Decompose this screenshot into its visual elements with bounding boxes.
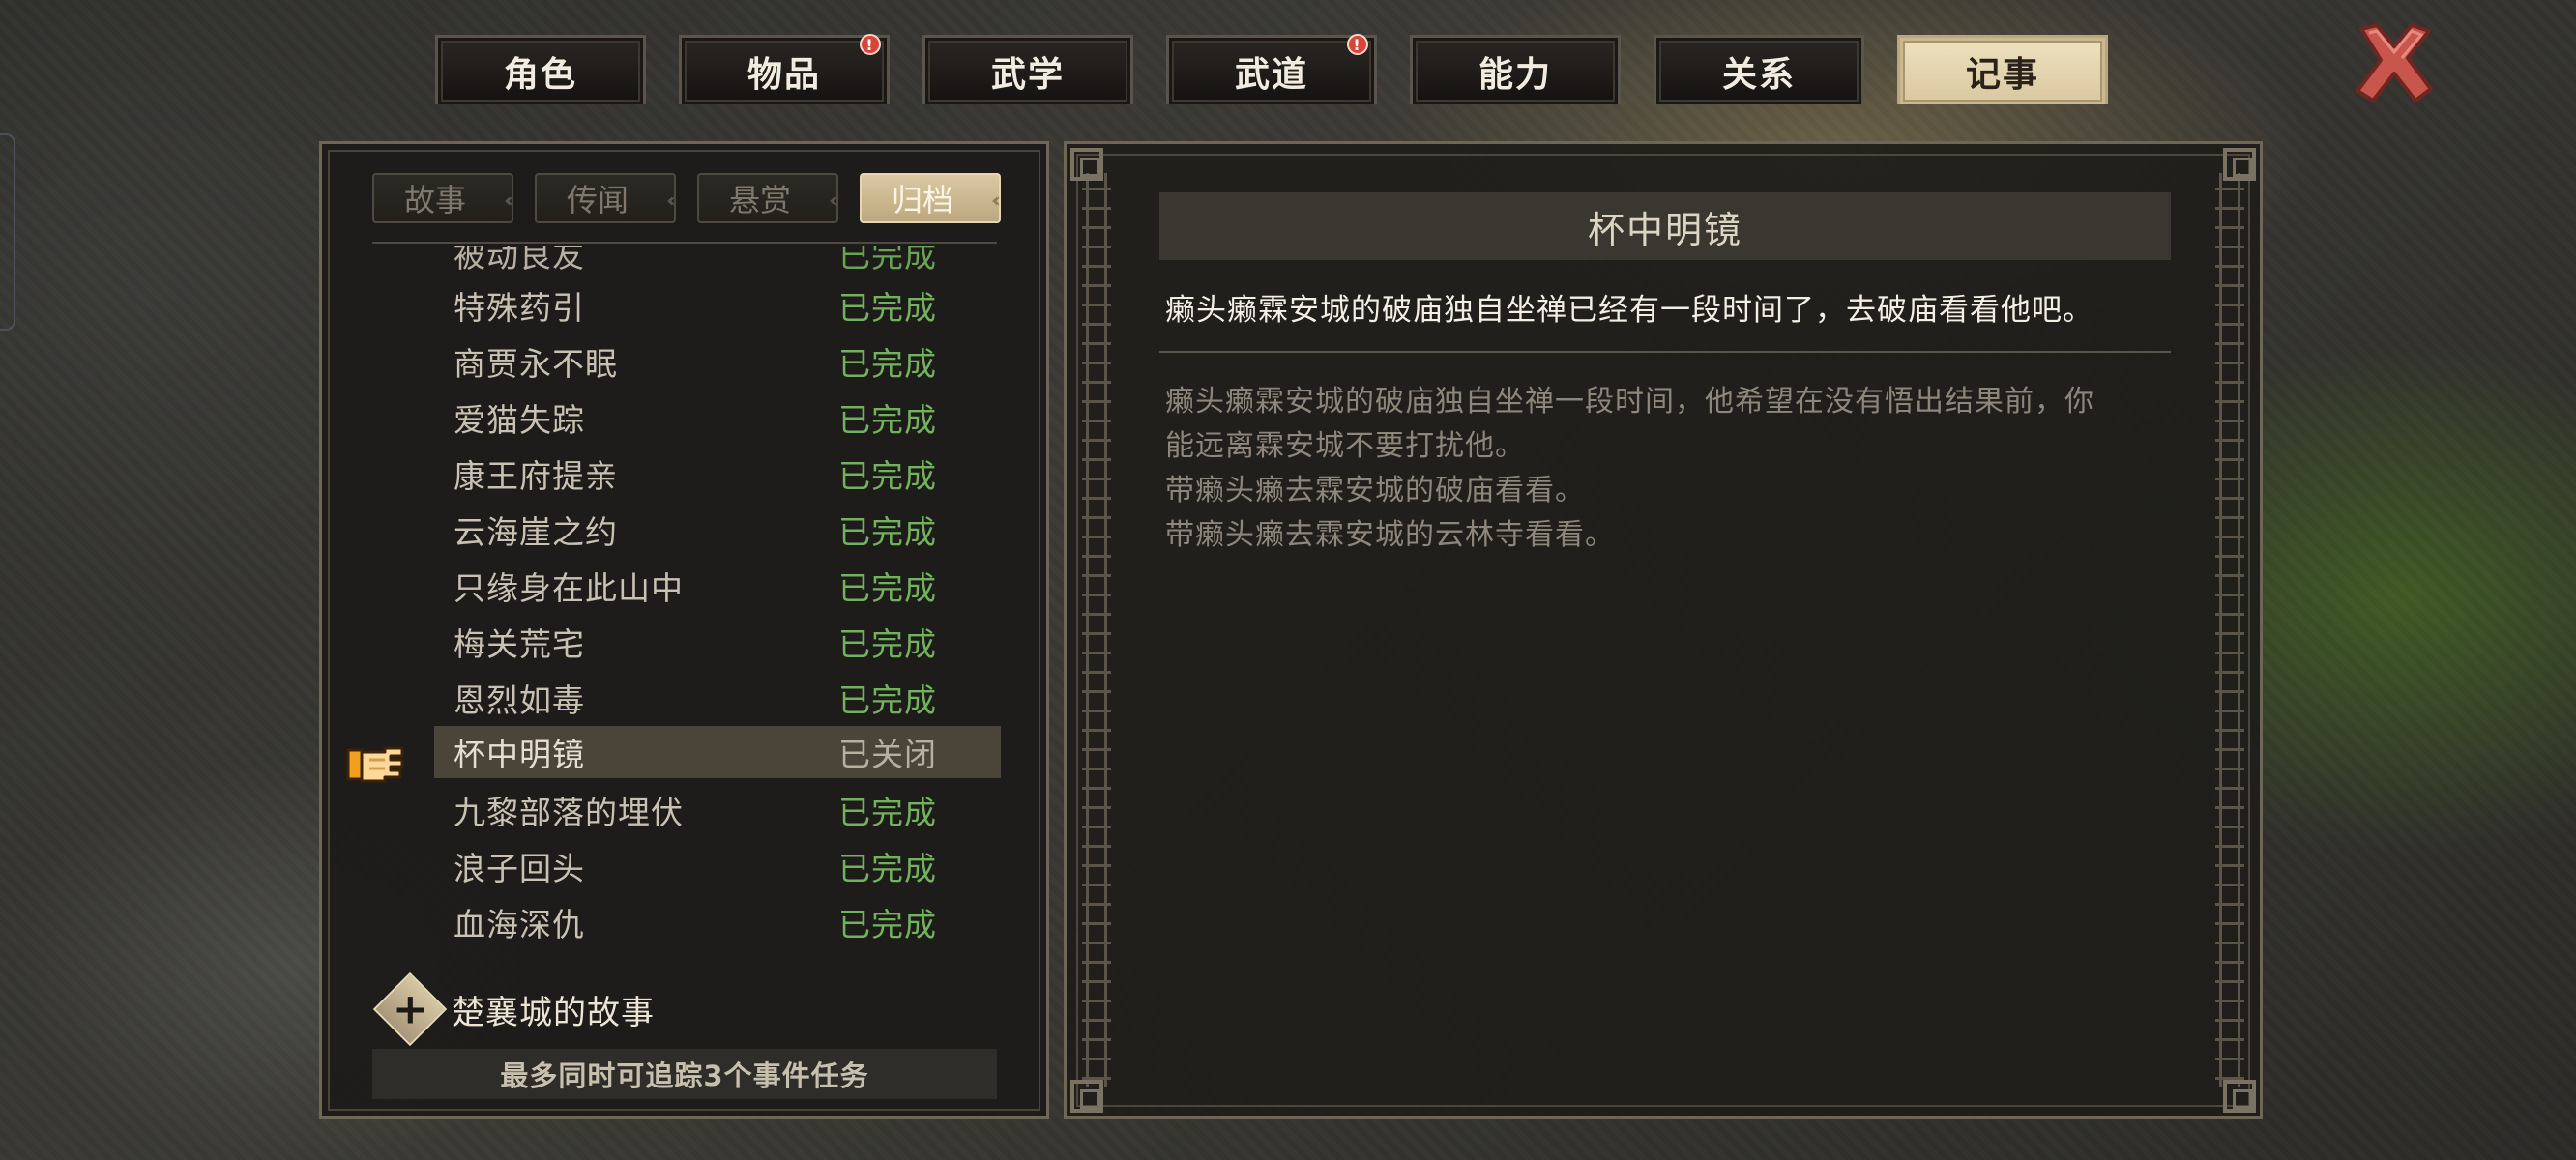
subtab-label: 悬赏 [728, 182, 791, 218]
subtab-rumors[interactable]: 传闻 ‹‹ [535, 173, 676, 223]
quest-status: 已完成 [838, 457, 937, 495]
quest-status: 已关闭 [838, 736, 937, 773]
quest-row[interactable]: 血海深仇 已完成 [434, 896, 1001, 948]
tab-label: 武道 [1234, 54, 1308, 95]
quest-row[interactable]: 九黎部落的埋伏 已完成 [434, 784, 1001, 836]
tab-relations[interactable]: 关系 [1654, 35, 1864, 104]
corner-ornament [1070, 148, 1103, 181]
alert-badge-icon: ! [1347, 34, 1368, 55]
description-line: 能远离霖安城不要打扰他。 [1165, 429, 1525, 463]
quest-row[interactable]: 商贾永不眠 已完成 [434, 335, 1001, 388]
quest-row[interactable]: 被动良友 已完成 [434, 246, 1001, 279]
quest-row-selected[interactable]: 杯中明镜 已关闭 [434, 726, 1001, 778]
tracking-limit-note: 最多同时可追踪3个事件任务 [372, 1049, 997, 1099]
quest-group-header[interactable]: + 楚襄城的故事 [372, 972, 655, 1047]
alert-badge-icon: ! [860, 34, 881, 55]
quest-name: 梅关荒宅 [454, 625, 585, 663]
tab-label: 记事 [1965, 54, 2039, 95]
close-button[interactable] [2348, 19, 2441, 106]
chevron-left-icon: ‹‹ [666, 188, 676, 212]
quest-name: 血海深仇 [454, 906, 585, 943]
description-line: 带癞头癞去霖安城的云林寺看看。 [1165, 518, 1615, 552]
subtab-label: 传闻 [566, 182, 629, 218]
quest-status: 已完成 [838, 625, 937, 663]
chevron-left-icon: ‹‹ [991, 188, 1001, 212]
quest-row[interactable]: 特殊药引 已完成 [434, 279, 1001, 332]
tab-journal[interactable]: 记事 [1897, 35, 2108, 104]
plus-icon: + [372, 972, 448, 1047]
pointing-hand-icon [346, 746, 404, 783]
close-icon [2356, 23, 2433, 102]
tab-label: 角色 [503, 54, 577, 95]
quest-description: 癞头癞霖安城的破庙独自坐禅一段时间，他希望在没有悟出结果前，你 能远离霖安城不要… [1165, 380, 2171, 558]
description-line: 带癞头癞去霖安城的破庙看看。 [1165, 474, 1585, 508]
quest-status: 已完成 [838, 906, 937, 943]
quest-row[interactable]: 恩烈如毒 已完成 [434, 672, 1001, 724]
tab-label: 关系 [1721, 54, 1796, 95]
quest-status: 已完成 [838, 246, 937, 275]
quest-name: 九黎部落的埋伏 [454, 794, 684, 831]
quest-name: 商贾永不眠 [454, 345, 618, 383]
divider [372, 242, 997, 244]
quest-name: 康王府提亲 [454, 457, 618, 495]
tab-martial-arts[interactable]: 武学 [922, 35, 1133, 104]
quest-row[interactable]: 梅关荒宅 已完成 [434, 616, 1001, 668]
tab-items[interactable]: 物品! [679, 34, 890, 104]
quest-status: 已完成 [838, 682, 937, 719]
quest-name: 特殊药引 [454, 289, 585, 327]
quest-list-panel: 故事 ‹‹ 传闻 ‹‹ 悬赏 ‹‹ 归档 ‹‹ 被动良友 已完成 特殊药引 已完成 商贾永不… [319, 141, 1049, 1119]
quest-title: 杯中明镜 [1159, 192, 2171, 260]
quest-row[interactable]: 康王府提亲 已完成 [434, 448, 1001, 500]
quest-status: 已完成 [838, 794, 937, 831]
quest-status: 已完成 [838, 513, 937, 551]
quest-row[interactable]: 爱猫失踪 已完成 [434, 392, 1001, 444]
chevron-left-icon: ‹‹ [504, 188, 513, 212]
quest-name: 云海崖之约 [454, 513, 618, 551]
subtab-stories[interactable]: 故事 ‹‹ [372, 173, 513, 223]
quest-status: 已完成 [838, 569, 937, 607]
tab-label: 物品 [746, 54, 821, 95]
quest-status: 已完成 [838, 401, 937, 439]
divider [1159, 351, 2171, 353]
corner-ornament [1070, 1080, 1103, 1113]
quest-row[interactable]: 只缘身在此山中 已完成 [434, 560, 1001, 612]
meander-border [1082, 173, 1111, 1088]
description-line: 癞头癞霖安城的破庙独自坐禅一段时间，他希望在没有悟出结果前，你 [1165, 385, 2094, 419]
tab-label: 能力 [1478, 54, 1552, 95]
quest-name: 杯中明镜 [454, 736, 585, 773]
tab-label: 武学 [990, 54, 1065, 95]
subtab-bounties[interactable]: 悬赏 ‹‹ [697, 173, 838, 223]
quest-name: 浪子回头 [454, 850, 585, 887]
tab-character[interactable]: 角色 [435, 35, 646, 104]
quest-name: 恩烈如毒 [454, 682, 585, 719]
tab-martial-way[interactable]: 武道! [1166, 34, 1377, 104]
quest-row[interactable]: 云海崖之约 已完成 [434, 504, 1001, 556]
subtab-archive[interactable]: 归档 ‹‹ [860, 173, 1001, 223]
quest-name: 只缘身在此山中 [454, 569, 684, 607]
quest-detail-panel: 杯中明镜 癞头癞霖安城的破庙独自坐禅已经有一段时间了，去破庙看看他吧。 癞头癞霖… [1064, 141, 2263, 1119]
quest-summary: 癞头癞霖安城的破庙独自坐禅已经有一段时间了，去破庙看看他吧。 [1165, 293, 2093, 328]
corner-ornament [2223, 148, 2256, 181]
quest-row[interactable]: 浪子回头 已完成 [434, 840, 1001, 892]
subtab-label: 故事 [403, 182, 466, 218]
subtab-label: 归档 [891, 182, 953, 218]
side-handle[interactable] [0, 133, 15, 331]
meander-border [2215, 173, 2244, 1088]
quest-status: 已完成 [838, 345, 937, 383]
quest-status: 已完成 [838, 289, 937, 327]
tab-abilities[interactable]: 能力 [1410, 35, 1621, 104]
corner-ornament [2223, 1080, 2256, 1113]
quest-status: 已完成 [838, 850, 937, 887]
quest-name: 爱猫失踪 [454, 401, 585, 439]
quest-name: 被动良友 [454, 246, 585, 275]
chevron-left-icon: ‹‹ [829, 188, 838, 212]
group-label: 楚襄城的故事 [452, 993, 655, 1032]
